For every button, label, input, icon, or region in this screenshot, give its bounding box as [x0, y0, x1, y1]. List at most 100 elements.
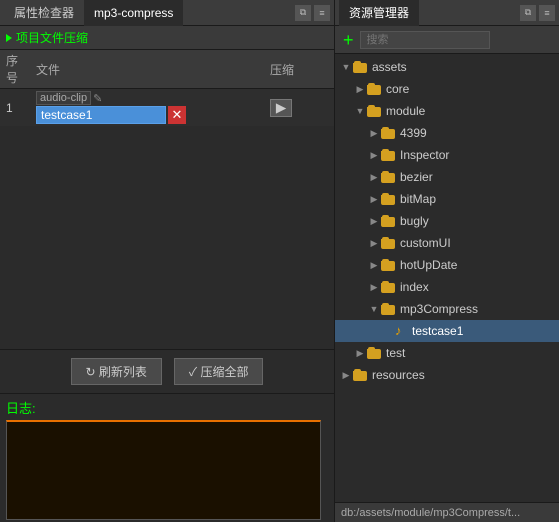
tree-label-resources: resources — [372, 368, 425, 382]
log-area — [6, 420, 321, 520]
row-compress: ▶ — [264, 89, 334, 127]
tree-item-test[interactable]: test — [335, 342, 559, 364]
add-button[interactable]: + — [341, 31, 356, 49]
left-panel: 属性检查器 mp3-compress ⧉ ≡ 项目文件压缩 序号 文件 压缩 1 — [0, 0, 335, 522]
tree-arrow-assets — [339, 60, 353, 74]
tree-item-hotupdate[interactable]: hotUpDate — [335, 254, 559, 276]
right-toolbar: + — [335, 26, 559, 54]
folder-icon-inspector — [381, 149, 397, 161]
folder-icon-bugly — [381, 215, 397, 227]
tree-arrow-core — [353, 82, 367, 96]
tree-arrow-module — [353, 104, 367, 118]
file-table: 序号 文件 压缩 1 audio-clip ✎ — [0, 50, 334, 126]
right-panel-tabs: 资源管理器 ⧉ ≡ — [335, 0, 559, 26]
folder-icon-4399 — [381, 127, 397, 139]
right-panel-minimize-icon[interactable]: ⧉ — [520, 5, 536, 21]
table-row: 1 audio-clip ✎ ✕ — [0, 89, 334, 127]
tree-arrow-hotupdate — [367, 258, 381, 272]
tree-arrow-resources — [339, 368, 353, 382]
row-file: audio-clip ✎ ✕ — [30, 89, 264, 127]
compress-button[interactable]: ✓ 压缩全部 — [174, 358, 264, 385]
tree-label-bezier: bezier — [400, 170, 433, 184]
folder-icon-hotupdate — [381, 259, 397, 271]
folder-icon-core — [367, 83, 383, 95]
tab-inspector[interactable]: 属性检查器 — [4, 0, 84, 26]
tree-item-4399[interactable]: 4399 — [335, 122, 559, 144]
status-text: db:/assets/module/mp3Compress/t... — [341, 507, 520, 519]
tree-arrow-4399 — [367, 126, 381, 140]
tree-label-customui: customUI — [400, 236, 451, 250]
tree-label-core: core — [386, 82, 409, 96]
audio-icon-testcase1: ♪ — [395, 324, 409, 338]
tree-label-module: module — [386, 104, 425, 118]
tree-item-bugly[interactable]: bugly — [335, 210, 559, 232]
tree-item-mp3compress[interactable]: mp3Compress — [335, 298, 559, 320]
tree-arrow-bitmap — [367, 192, 381, 206]
tree-item-inspector[interactable]: Inspector — [335, 144, 559, 166]
tree-arrow-customui — [367, 236, 381, 250]
tree-item-index[interactable]: index — [335, 276, 559, 298]
tree-item-assets[interactable]: assets — [335, 56, 559, 78]
edit-icon: ✎ — [93, 92, 102, 105]
tab-resource-manager[interactable]: 资源管理器 — [339, 0, 419, 26]
col-compress-header: 压缩 — [264, 50, 334, 89]
tree-label-testcase1: testcase1 — [412, 324, 463, 338]
panel-menu-icon[interactable]: ≡ — [314, 5, 330, 21]
tree-arrow-bugly — [367, 214, 381, 228]
right-panel: 资源管理器 ⧉ ≡ + assets core module — [335, 0, 559, 522]
panel-minimize-icon[interactable]: ⧉ — [295, 5, 311, 21]
tree-arrow-mp3compress — [367, 302, 381, 316]
section-title: 项目文件压缩 — [16, 29, 88, 46]
col-file-header: 文件 — [30, 50, 264, 89]
log-section: 日志: — [0, 393, 334, 522]
tree-label-index: index — [400, 280, 429, 294]
status-bar: db:/assets/module/mp3Compress/t... — [335, 502, 559, 522]
file-name-input[interactable] — [36, 106, 166, 124]
folder-icon-mp3compress — [381, 303, 397, 315]
right-panel-menu-icon[interactable]: ≡ — [539, 5, 555, 21]
refresh-button[interactable]: ↻ 刷新列表 — [71, 358, 162, 385]
delete-button[interactable]: ✕ — [168, 106, 186, 124]
tree-label-test: test — [386, 346, 405, 360]
folder-icon-test — [367, 347, 383, 359]
tree-label-bugly: bugly — [400, 214, 429, 228]
tab-mp3compress[interactable]: mp3-compress — [84, 0, 183, 26]
left-panel-tabs: 属性检查器 mp3-compress ⧉ ≡ — [0, 0, 334, 26]
folder-icon-module — [367, 105, 383, 117]
section-header: 项目文件压缩 — [0, 26, 334, 50]
tree-label-inspector: Inspector — [400, 148, 449, 162]
tree-item-resources[interactable]: resources — [335, 364, 559, 386]
log-label: 日志: — [6, 398, 328, 417]
folder-icon-bezier — [381, 171, 397, 183]
tree-label-hotupdate: hotUpDate — [400, 258, 457, 272]
tree-label-4399: 4399 — [400, 126, 427, 140]
tree-item-core[interactable]: core — [335, 78, 559, 100]
left-panel-icon-group: ⧉ ≡ — [295, 5, 330, 21]
tree-item-testcase1[interactable]: ♪ testcase1 — [335, 320, 559, 342]
tree-arrow-bezier — [367, 170, 381, 184]
section-triangle-icon — [6, 34, 12, 42]
tree-arrow-inspector — [367, 148, 381, 162]
search-input[interactable] — [360, 31, 490, 49]
button-row: ↻ 刷新列表 ✓ 压缩全部 — [0, 349, 334, 393]
play-button[interactable]: ▶ — [270, 99, 292, 117]
tree-item-module[interactable]: module — [335, 100, 559, 122]
tree-label-bitmap: bitMap — [400, 192, 436, 206]
row-num: 1 — [0, 89, 30, 127]
tree-label-assets: assets — [372, 60, 407, 74]
tree-item-bitmap[interactable]: bitMap — [335, 188, 559, 210]
folder-icon-resources — [353, 369, 369, 381]
tree-label-mp3compress: mp3Compress — [400, 302, 478, 316]
file-input-row: ✕ — [36, 106, 258, 124]
folder-icon-customui — [381, 237, 397, 249]
folder-icon-bitmap — [381, 193, 397, 205]
col-num-header: 序号 — [0, 50, 30, 89]
file-label-tag: audio-clip — [36, 91, 91, 105]
tree-arrow-test — [353, 346, 367, 360]
tree-item-customui[interactable]: customUI — [335, 232, 559, 254]
tree-item-bezier[interactable]: bezier — [335, 166, 559, 188]
tree-arrow-index — [367, 280, 381, 294]
file-table-area: 序号 文件 压缩 1 audio-clip ✎ — [0, 50, 334, 349]
tree-area: assets core module 4399 Inspector — [335, 54, 559, 502]
folder-icon-index — [381, 281, 397, 293]
